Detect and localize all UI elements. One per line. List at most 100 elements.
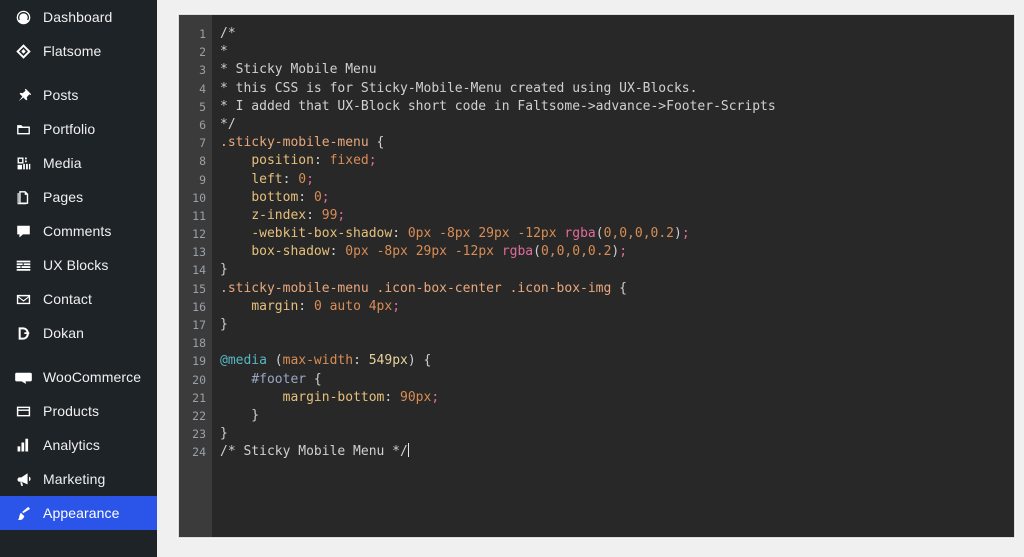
code-token-fn: rgba <box>501 244 534 260</box>
code-token-com: /* Sticky Mobile Menu */ <box>220 444 408 460</box>
code-token-fn: ; <box>392 298 401 314</box>
line-number: 11 <box>192 208 206 223</box>
code-line[interactable]: position: fixed; <box>220 152 1014 170</box>
code-line[interactable]: -webkit-box-shadow: 0px -8px 29px -12px … <box>220 225 1014 243</box>
dashboard-gauge-icon <box>10 7 36 27</box>
code-token-punc <box>220 372 251 387</box>
code-line[interactable]: */ <box>220 116 1014 134</box>
code-token-prop: z-index <box>251 207 307 223</box>
line-number: 13 <box>192 245 206 260</box>
code-line[interactable]: #footer { <box>220 371 1014 389</box>
sidebar-item-ux-blocks[interactable]: UX Blocks <box>0 248 157 282</box>
sidebar-item-portfolio[interactable]: Portfolio <box>0 112 157 146</box>
code-token-punc: : <box>313 153 330 169</box>
line-number: 9 <box>199 172 206 187</box>
code-token-punc: : <box>384 389 401 405</box>
sidebar-item-label: Contact <box>43 291 92 307</box>
line-number-gutter: 1 2 3 4 5 6 7 8 9 10 11 12 13 14 15 16 17 18 19 20 21 22 23 24 <box>179 15 212 537</box>
code-line[interactable]: /* <box>220 25 1014 43</box>
code-token-punc <box>220 208 251 223</box>
code-line[interactable]: left: 0; <box>220 171 1014 189</box>
sidebar-item-label: Dashboard <box>43 9 113 25</box>
code-line[interactable]: * <box>220 43 1014 61</box>
code-token-punc: : <box>282 171 299 187</box>
code-token-punc: ) <box>674 226 682 242</box>
sidebar-item-label: WooCommerce <box>43 369 142 385</box>
code-token-num: -12px <box>454 244 494 260</box>
line-number: 18 <box>192 336 206 351</box>
code-token-punc: ( <box>266 353 283 369</box>
code-token-num: 0,0,0,0.2 <box>603 226 675 242</box>
code-token-com: * <box>220 44 228 60</box>
code-editor[interactable]: 1 2 3 4 5 6 7 8 9 10 11 12 13 14 15 16 17 18 19 20 21 22 23 24 … <box>179 15 1014 537</box>
code-line[interactable]: z-index: 99; <box>220 207 1014 225</box>
sidebar-item-comments[interactable]: Comments <box>0 214 157 248</box>
code-token-prop: bottom <box>251 189 299 205</box>
line-number: 24 <box>192 445 206 460</box>
code-token-punc <box>220 172 251 187</box>
line-number: 7 <box>199 136 206 151</box>
code-line[interactable]: } <box>220 425 1014 443</box>
code-line[interactable]: margin: 0 auto 4px; <box>220 298 1014 316</box>
sidebar-item-posts[interactable]: Posts <box>0 78 157 112</box>
code-token-punc <box>408 244 416 259</box>
sidebar-item-woocommerce[interactable]: WooCommerce <box>0 360 157 394</box>
code-line[interactable]: .sticky-mobile-menu { <box>220 134 1014 152</box>
sidebar-item-pages[interactable]: Pages <box>0 180 157 214</box>
sidebar-item-label: Flatsome <box>43 43 102 59</box>
code-token-at: @media <box>220 353 267 369</box>
sidebar-item-products[interactable]: Products <box>0 394 157 428</box>
code-token-val: auto <box>329 298 361 314</box>
code-token-num: 0,0,0,0.2 <box>540 244 612 260</box>
sidebar-item-label: Analytics <box>43 437 100 453</box>
code-token-punc <box>220 226 251 241</box>
pages-icon <box>10 187 36 207</box>
line-number: 12 <box>192 227 206 242</box>
sidebar-item-contact[interactable]: Contact <box>0 282 157 316</box>
code-token-punc <box>369 244 377 259</box>
line-number: 16 <box>192 299 206 314</box>
code-content[interactable]: /* * * Sticky Mobile Menu * this CSS is for… <box>212 15 1014 537</box>
code-token-com: */ <box>220 116 236 132</box>
code-line[interactable]: box-shadow: 0px -8px 29px -12px rgba(0,0… <box>220 243 1014 261</box>
code-line[interactable]: } <box>220 316 1014 334</box>
code-token-sel: .sticky-mobile-menu <box>220 135 369 151</box>
line-number: 14 <box>192 263 206 278</box>
code-token-punc: : <box>353 353 369 369</box>
line-number: 21 <box>192 390 206 405</box>
line-number: 23 <box>192 427 206 442</box>
code-line[interactable]: @media (max-width: 549px) { <box>220 352 1014 370</box>
sidebar-item-analytics[interactable]: Analytics <box>0 428 157 462</box>
code-line[interactable]: * this CSS is for Sticky-Mobile-Menu cre… <box>220 80 1014 98</box>
sidebar-item-dokan[interactable]: Dokan <box>0 316 157 350</box>
code-token-punc <box>322 299 330 314</box>
sidebar-item-media[interactable]: Media <box>0 146 157 180</box>
code-line[interactable]: } <box>220 407 1014 425</box>
code-token-fn: ; <box>321 189 330 205</box>
sidebar-item-label: Posts <box>43 87 79 103</box>
sidebar-item-marketing[interactable]: Marketing <box>0 462 157 496</box>
code-token-prop: margin <box>251 298 299 314</box>
code-line[interactable]: margin-bottom: 90px; <box>220 389 1014 407</box>
code-line[interactable] <box>220 334 1014 352</box>
code-line[interactable]: /* Sticky Mobile Menu */ <box>220 443 1014 461</box>
code-line[interactable]: } <box>220 261 1014 279</box>
code-line[interactable]: * I added that UX-Block short code in Fa… <box>220 98 1014 116</box>
css-editor-panel[interactable]: 1 2 3 4 5 6 7 8 9 10 11 12 13 14 15 16 17 18 19 20 21 22 23 24 … <box>178 14 1015 538</box>
admin-screen: Dashboard Flatsome Posts Portfolio Media Page… <box>0 0 1024 557</box>
admin-sidebar-menu: Dashboard Flatsome Posts Portfolio Media Page… <box>0 0 157 557</box>
code-token-num: -8px <box>376 244 408 260</box>
sidebar-item-dashboard[interactable]: Dashboard <box>0 0 157 34</box>
flatsome-diamond-icon <box>10 41 36 61</box>
code-line[interactable]: * Sticky Mobile Menu <box>220 61 1014 79</box>
sidebar-item-flatsome[interactable]: Flatsome <box>0 34 157 68</box>
code-token-punc: { <box>611 280 627 296</box>
code-line[interactable]: .sticky-mobile-menu .icon-box-center .ic… <box>220 280 1014 298</box>
code-token-punc <box>220 244 251 259</box>
folder-icon <box>10 119 36 139</box>
code-token-punc: : <box>306 207 322 223</box>
line-number: 22 <box>192 408 206 423</box>
code-token-num: 0 <box>313 298 322 314</box>
sidebar-item-appearance[interactable]: Appearance <box>0 496 157 530</box>
code-line[interactable]: bottom: 0; <box>220 189 1014 207</box>
